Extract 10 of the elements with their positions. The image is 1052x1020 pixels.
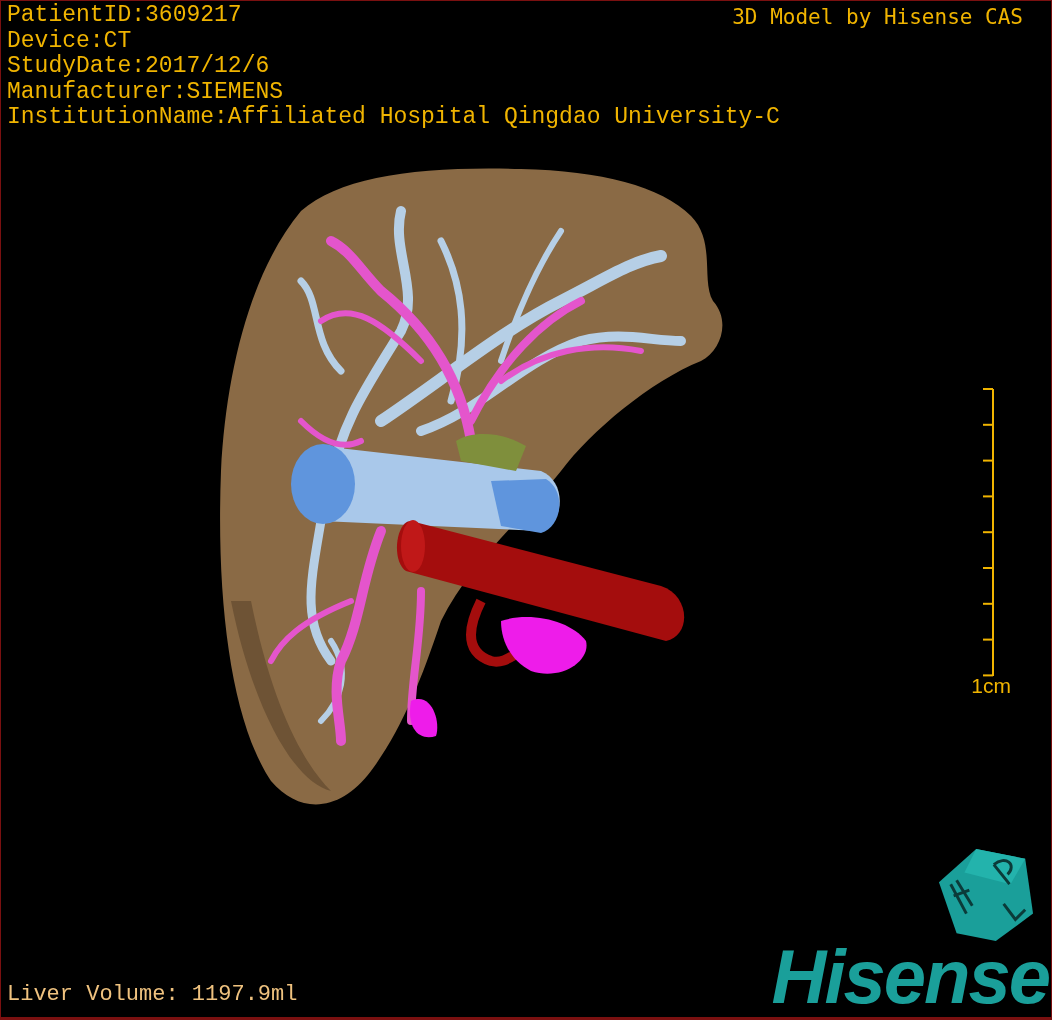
info-text: InstitutionName:Affiliated Hospital Qingdao University-C xyxy=(7,105,780,131)
scale-label: 1cm xyxy=(971,674,1011,698)
volume-text: Liver Volume: 1197.9ml xyxy=(7,982,298,1007)
info-text: PatientID:3609217 xyxy=(7,3,242,29)
brand-logo: Hisense xyxy=(771,939,1049,1015)
scale-bar-icon xyxy=(981,388,996,678)
info-text: Manufacturer:SIEMENS xyxy=(7,79,284,105)
viewer-title: 3D Model by Hisense CAS xyxy=(732,5,1023,29)
info-text: StudyDate:2017/12/6 xyxy=(7,54,270,80)
info-text: Device:CT xyxy=(7,28,132,54)
